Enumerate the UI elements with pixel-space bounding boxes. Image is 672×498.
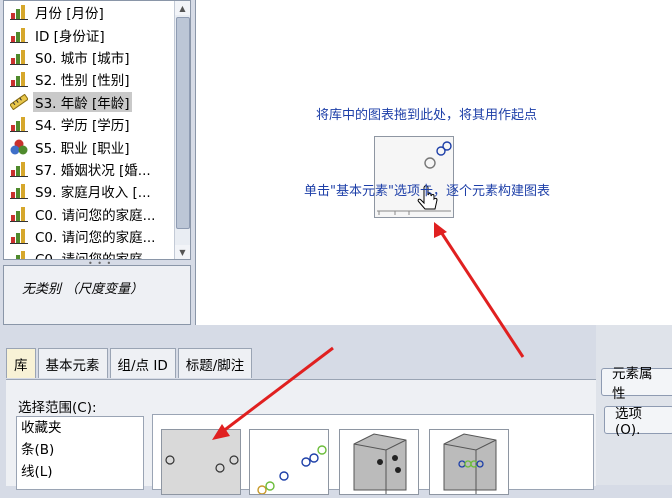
- variable-item[interactable]: S4. 学历 [学历]: [4, 113, 190, 135]
- scale-bar-icon: [10, 4, 28, 21]
- drag-hint-text: 将库中的图表拖到此处，将其用作起点: [316, 108, 538, 123]
- scale-bar-icon: [10, 183, 28, 200]
- options-button[interactable]: 选项(O).: [604, 406, 672, 438]
- scale-bar-icon: [10, 49, 28, 65]
- gallery-grouped-scatter-thumbnail[interactable]: [249, 429, 329, 495]
- variable-item[interactable]: S7. 婚姻状况 [婚...: [4, 158, 190, 180]
- gallery-3d-scatter-thumbnail[interactable]: [339, 429, 419, 495]
- tab-gallery[interactable]: 库: [6, 348, 36, 378]
- nominal-circles-icon: [10, 139, 28, 155]
- variable-item[interactable]: S3. 年龄 [年龄]: [4, 91, 190, 113]
- scale-bar-icon: [10, 116, 28, 133]
- variable-item[interactable]: S0. 城市 [城市]: [4, 46, 190, 68]
- variable-label: S7. 婚姻状况 [婚...: [35, 162, 151, 179]
- variable-item[interactable]: C0. 请问您的家庭...: [4, 225, 190, 247]
- list-item-favorites[interactable]: 收藏夹: [17, 417, 143, 439]
- variable-item[interactable]: S2. 性别 [性别]: [4, 68, 190, 90]
- measurement-level-panel: 无类别 （尺度变量）: [3, 265, 191, 325]
- variable-label: C0. 请问您的家庭...: [35, 230, 156, 247]
- variable-label: S4. 学历 [学历]: [35, 118, 130, 135]
- scale-bar-icon: [10, 250, 28, 259]
- gallery-panel: 选择范围(C): 收藏夹 条(B) 线(L): [6, 379, 596, 495]
- variable-item[interactable]: S5. 职业 [职业]: [4, 135, 190, 157]
- scope-label: 选择范围(C):: [18, 400, 97, 416]
- variable-item[interactable]: ID [身份证]: [4, 23, 190, 45]
- scale-bar-icon: [10, 161, 28, 177]
- scroll-down-icon[interactable]: ▼: [175, 245, 190, 259]
- variable-label: S9. 家庭月收入 [...: [35, 185, 151, 202]
- variable-list-scrollbar[interactable]: ▲ ▼: [174, 1, 190, 259]
- gallery-scatter-thumbnail[interactable]: [161, 429, 241, 495]
- variable-label: 月份 [月份]: [35, 6, 104, 23]
- variable-label: S2. 性别 [性别]: [35, 73, 130, 90]
- ruler-icon: [9, 93, 29, 111]
- gallery-tabs: 库 基本元素 组/点 ID 标题/脚注: [6, 348, 253, 378]
- chart-type-list[interactable]: 收藏夹 条(B) 线(L): [16, 416, 144, 490]
- variable-list[interactable]: 月份 [月份] ID [身份证] S0. 城市 [城市] S2. 性别 [性别] S3.…: [3, 0, 191, 260]
- variable-label: S3. 年龄 [年龄]: [33, 91, 132, 112]
- variable-label: ID [身份证]: [35, 28, 105, 45]
- scrollbar-thumb[interactable]: [176, 17, 190, 229]
- scale-bar-icon: [10, 228, 28, 245]
- scale-bar-icon: [10, 71, 28, 88]
- variable-label: S5. 职业 [职业]: [35, 140, 130, 157]
- gallery-3d-grouped-scatter-thumbnail[interactable]: [429, 429, 509, 495]
- variable-item[interactable]: 月份 [月份]: [4, 1, 190, 23]
- list-item-line[interactable]: 线(L): [17, 461, 143, 483]
- build-hint-text: 单击"基本元素"选项卡，逐个元素构建图表: [304, 184, 550, 199]
- element-properties-button[interactable]: 元素属性: [601, 366, 672, 402]
- list-item-bar[interactable]: 条(B): [17, 439, 143, 461]
- tab-basic-elements[interactable]: 基本元素: [37, 348, 108, 378]
- variable-label: S0. 城市 [城市]: [35, 50, 130, 67]
- chart-gallery[interactable]: [152, 414, 594, 495]
- chart-canvas[interactable]: 将库中的图表拖到此处，将其用作起点 单击"基本元素"选项卡，逐个元素构建图表: [195, 0, 672, 325]
- scale-bar-icon: [10, 27, 28, 43]
- scroll-up-icon[interactable]: ▲: [175, 1, 190, 15]
- variable-label: C0. 请问您的家庭...: [35, 207, 156, 224]
- dragged-chart-thumbnail[interactable]: [374, 136, 454, 218]
- variable-item[interactable]: C0. 请问您的家庭...: [4, 203, 190, 225]
- variable-item[interactable]: S9. 家庭月收入 [...: [4, 180, 190, 202]
- tab-titles-footnotes[interactable]: 标题/脚注: [177, 348, 253, 378]
- scale-bar-icon: [10, 206, 28, 222]
- tab-groups-point-id[interactable]: 组/点 ID: [109, 348, 176, 378]
- measurement-level-label: 无类别 （尺度变量）: [22, 282, 144, 297]
